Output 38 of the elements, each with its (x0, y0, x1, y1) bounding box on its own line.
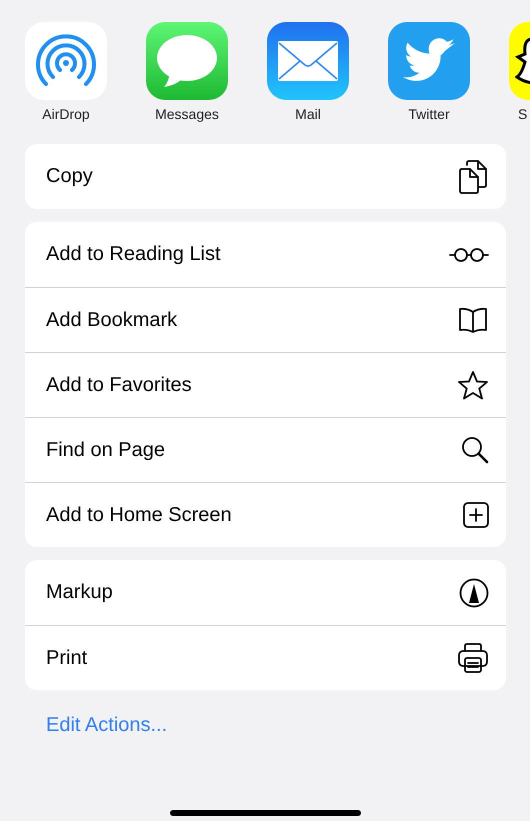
bird-icon (402, 38, 456, 84)
search-icon (461, 436, 489, 464)
app-label: Twitter (408, 106, 450, 122)
action-label: Find on Page (46, 438, 165, 462)
action-row[interactable]: Markup (25, 560, 506, 625)
action-label: Copy (46, 165, 93, 188)
app-tile[interactable] (267, 22, 349, 100)
speech-bubble-icon (156, 33, 218, 89)
app-label: S (517, 106, 528, 122)
action-row[interactable]: Add Bookmark (25, 287, 506, 352)
action-label: Print (46, 646, 88, 670)
action-row[interactable]: Add to Home Screen (25, 482, 506, 547)
action-label: Add to Reading List (46, 243, 221, 266)
glasses-icon (449, 246, 489, 262)
action-row[interactable]: Print (25, 625, 506, 690)
plus-square-icon (463, 502, 489, 528)
printer-icon (457, 643, 489, 673)
action-label: Add to Favorites (46, 374, 192, 396)
pen-tip-icon (459, 578, 489, 608)
airdrop-icon (35, 34, 97, 88)
documents-icon (457, 158, 489, 194)
app-label: AirDrop (42, 106, 90, 122)
app-tile[interactable] (388, 22, 470, 100)
action-label: Add Bookmark (46, 308, 178, 332)
action-row[interactable]: Add to Reading List (25, 222, 506, 287)
book-icon (457, 307, 489, 333)
app-tile[interactable] (25, 22, 107, 100)
action-label: Markup (46, 581, 113, 604)
action-row[interactable]: Find on Page (25, 417, 506, 482)
envelope-icon (278, 41, 338, 81)
action-label: Add to Home Screen (46, 504, 232, 526)
action-row[interactable]: Copy (25, 144, 506, 209)
star-icon (457, 370, 489, 400)
action-row[interactable]: Add to Favorites (25, 352, 506, 417)
app-label: Mail (295, 106, 321, 122)
app-tile[interactable] (146, 22, 228, 100)
app-label: Messages (155, 106, 219, 122)
ghost-icon (515, 37, 530, 85)
